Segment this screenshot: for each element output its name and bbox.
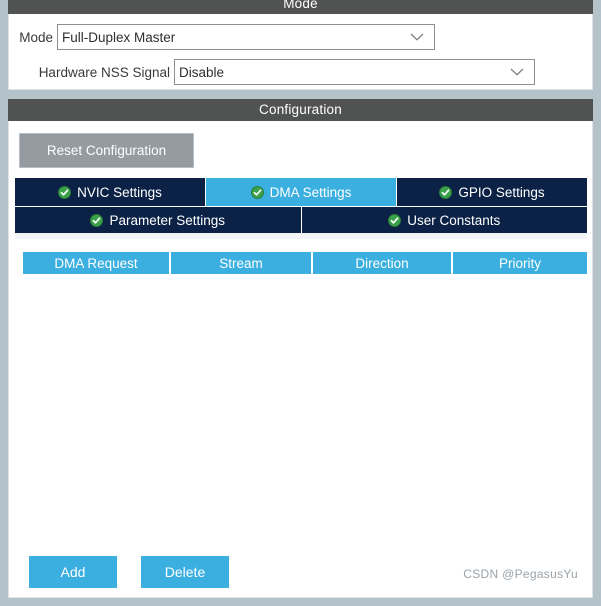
mode-select-value: Full-Duplex Master	[62, 29, 176, 45]
dma-table-body[interactable]	[23, 274, 587, 546]
check-circle-icon	[90, 213, 104, 227]
column-header-priority[interactable]: Priority	[453, 252, 587, 274]
tab-gpio-settings[interactable]: GPIO Settings	[397, 178, 587, 206]
mode-field-row: Mode Full-Duplex Master	[9, 24, 584, 50]
configuration-tabs: NVIC Settings DMA Settings GPIO Settings…	[15, 178, 587, 233]
column-header-dma-request[interactable]: DMA Request	[23, 252, 169, 274]
tab-label: User Constants	[407, 212, 501, 228]
check-circle-icon	[58, 185, 72, 199]
hardware-nss-select[interactable]: Disable	[174, 59, 535, 85]
mode-section-header: Mode	[8, 0, 593, 14]
reset-configuration-button[interactable]: Reset Configuration	[19, 133, 194, 168]
tabs-underline	[15, 233, 587, 239]
mode-panel: Mode Full-Duplex Master Hardware NSS Sig…	[8, 14, 593, 90]
mode-field-label: Mode	[19, 29, 53, 45]
chevron-down-icon	[410, 33, 424, 42]
column-header-stream[interactable]: Stream	[171, 252, 311, 274]
configuration-panel: Reset Configuration NVIC Settings DMA Se…	[8, 121, 593, 598]
spi-configuration-window: Mode Mode Full-Duplex Master Hardware NS…	[0, 0, 601, 606]
tab-nvic-settings[interactable]: NVIC Settings	[15, 178, 206, 206]
dma-table-header: DMA Request Stream Direction Priority	[23, 252, 587, 274]
check-circle-icon	[250, 185, 264, 199]
tab-label: DMA Settings	[269, 184, 352, 200]
watermark-text: CSDN @PegasusYu	[463, 567, 578, 581]
tab-label: GPIO Settings	[458, 184, 545, 200]
column-header-direction[interactable]: Direction	[313, 252, 451, 274]
chevron-down-icon	[510, 68, 524, 77]
add-button[interactable]: Add	[29, 556, 117, 588]
tab-parameter-settings[interactable]: Parameter Settings	[15, 207, 302, 233]
mode-select[interactable]: Full-Duplex Master	[57, 24, 435, 50]
tab-dma-settings[interactable]: DMA Settings	[206, 178, 397, 206]
configuration-section-header: Configuration	[8, 99, 593, 121]
check-circle-icon	[439, 185, 453, 199]
table-actions: Add Delete	[29, 556, 229, 588]
tab-row-primary: NVIC Settings DMA Settings GPIO Settings	[15, 178, 587, 206]
tab-row-secondary: Parameter Settings User Constants	[15, 207, 587, 233]
hardware-nss-field-label: Hardware NSS Signal	[38, 64, 170, 80]
tab-label: NVIC Settings	[77, 184, 162, 200]
tab-label: Parameter Settings	[109, 212, 226, 228]
hardware-nss-select-value: Disable	[179, 64, 225, 80]
check-circle-icon	[388, 213, 402, 227]
delete-button[interactable]: Delete	[141, 556, 229, 588]
tab-user-constants[interactable]: User Constants	[301, 207, 587, 233]
hardware-nss-field-row: Hardware NSS Signal Disable	[9, 59, 584, 85]
